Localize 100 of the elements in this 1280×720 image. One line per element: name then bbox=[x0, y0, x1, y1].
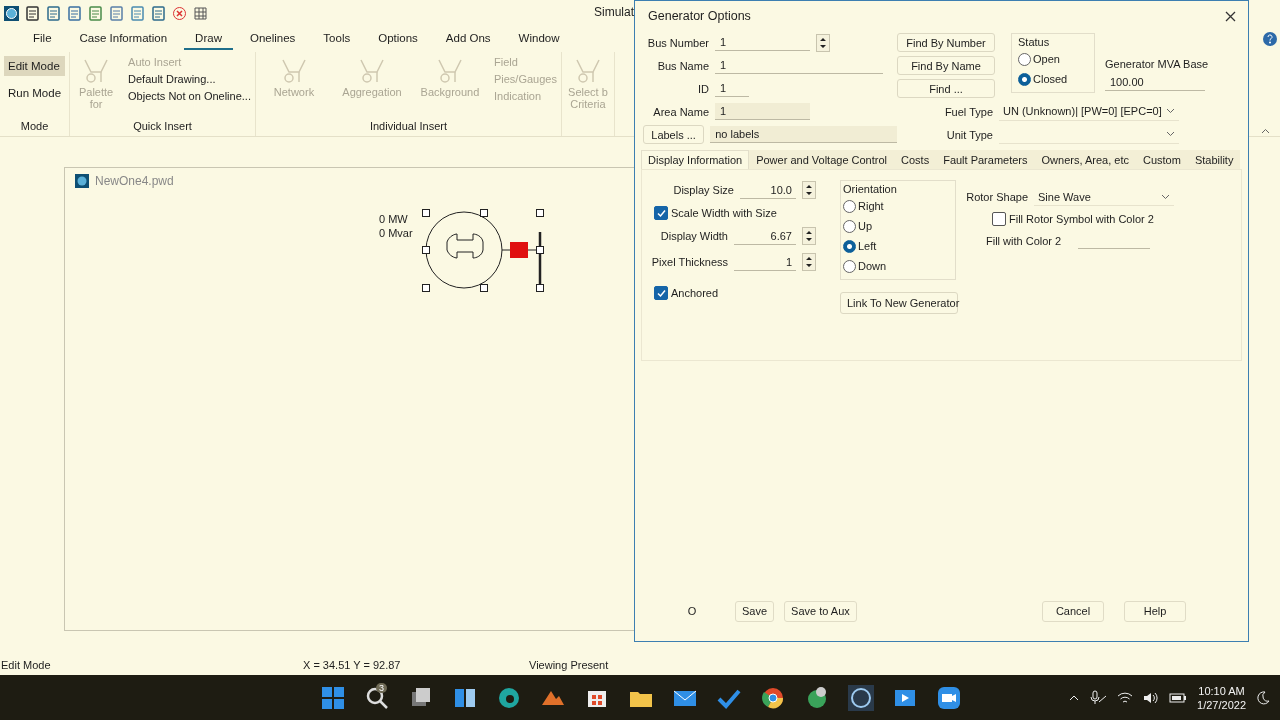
document-title: NewOne4.pwd bbox=[95, 174, 174, 188]
wifi-icon[interactable] bbox=[1117, 690, 1134, 705]
tab[interactable]: Display Information bbox=[641, 150, 750, 169]
check-icon bbox=[656, 288, 666, 298]
status-text: Viewing Present bbox=[528, 659, 610, 671]
radio-option[interactable]: Closed bbox=[1018, 70, 1088, 88]
moon-icon[interactable] bbox=[1256, 690, 1270, 705]
dialog-button[interactable]: Cancel bbox=[1042, 600, 1104, 622]
input-field[interactable]: 6.67 bbox=[734, 227, 796, 245]
ribbon-item[interactable]: Default Drawing... bbox=[128, 73, 251, 85]
field-label: Display Width bbox=[659, 230, 728, 242]
group-label: Mode bbox=[19, 120, 50, 134]
radio-option[interactable]: Left bbox=[843, 237, 949, 255]
chevron-down-icon bbox=[1166, 131, 1175, 137]
find-button[interactable]: Find ... bbox=[897, 79, 995, 98]
group-label: Individual Insert bbox=[368, 120, 448, 134]
field-label: Pixel Thickness bbox=[650, 256, 728, 268]
menu-tab[interactable]: Tools bbox=[312, 28, 362, 50]
spinner-arrows[interactable] bbox=[816, 33, 830, 52]
generator-drawing[interactable] bbox=[421, 208, 547, 292]
input-field[interactable]: 10.0 bbox=[740, 181, 796, 199]
tab[interactable]: Costs bbox=[894, 150, 937, 169]
radio-option[interactable]: Up bbox=[843, 217, 949, 235]
group-label: Quick Insert bbox=[132, 120, 193, 134]
input-field[interactable]: 1 bbox=[715, 57, 883, 74]
tab[interactable]: Custom bbox=[1135, 150, 1188, 169]
checkbox[interactable]: Scale Width with Size bbox=[648, 206, 818, 220]
window-title: Simulat bbox=[594, 5, 634, 19]
checkbox[interactable]: Fill Rotor Symbol with Color 2 bbox=[966, 212, 1206, 226]
group-title: Status bbox=[1018, 36, 1051, 48]
checkbox[interactable]: Anchored bbox=[648, 286, 818, 300]
collapse-icon[interactable] bbox=[1261, 128, 1270, 134]
menu-tab[interactable]: Onelines bbox=[238, 28, 307, 50]
labels-button[interactable]: Labels ... bbox=[643, 125, 705, 144]
document-icon bbox=[75, 174, 89, 188]
close-circle-icon[interactable] bbox=[172, 5, 187, 21]
toolbar-icon[interactable] bbox=[109, 5, 124, 21]
check-icon bbox=[656, 208, 666, 218]
toolbar-icon[interactable] bbox=[151, 5, 166, 21]
microphone-icon[interactable] bbox=[1089, 689, 1108, 706]
mode-button[interactable]: Edit Mode bbox=[4, 56, 66, 76]
field-label: Rotor Shape bbox=[966, 191, 1028, 203]
notification-badge: 3 bbox=[376, 683, 387, 693]
menu-tab[interactable]: Case Information bbox=[68, 28, 179, 50]
group-title: Orientation bbox=[843, 183, 898, 195]
app-logo-icon[interactable] bbox=[846, 682, 876, 713]
dialog-title: Generator Options bbox=[648, 9, 751, 23]
spinner-arrows[interactable] bbox=[802, 227, 816, 245]
field-label: Fill with Color 2 bbox=[986, 234, 1063, 247]
chevron-down-icon bbox=[1166, 108, 1175, 114]
menu-tab[interactable]: Add Ons bbox=[434, 28, 502, 50]
battery-icon[interactable] bbox=[1169, 691, 1188, 704]
input-field[interactable]: 1 bbox=[715, 80, 749, 97]
clock-time[interactable]: 10:10 AM bbox=[1198, 683, 1245, 698]
generator-label: 0 Mvar bbox=[379, 226, 413, 240]
tab[interactable]: Power and Voltage Control bbox=[749, 150, 895, 169]
toolbar-icon[interactable] bbox=[67, 5, 82, 21]
tab[interactable]: Fault Parameters bbox=[936, 150, 1035, 169]
help-icon[interactable] bbox=[1263, 32, 1277, 46]
mode-button[interactable]: Run Mode bbox=[4, 83, 66, 103]
menu-tab[interactable]: File bbox=[22, 28, 63, 50]
spinner-arrows[interactable] bbox=[802, 253, 816, 271]
field-label: Bus Name bbox=[656, 59, 709, 72]
dropdown[interactable]: Sine Wave bbox=[1034, 188, 1174, 206]
volume-icon[interactable] bbox=[1143, 690, 1160, 705]
grid-icon[interactable] bbox=[193, 5, 208, 21]
field-label: ID bbox=[697, 82, 709, 95]
toolbar-icon[interactable] bbox=[25, 5, 40, 21]
menu-tab[interactable]: Draw bbox=[184, 28, 233, 50]
find-button[interactable]: Find By Name bbox=[897, 56, 995, 75]
toolbar-icon[interactable] bbox=[88, 5, 103, 21]
dialog-button[interactable]: Help bbox=[1124, 600, 1186, 622]
tab[interactable]: Stability bbox=[1187, 150, 1241, 169]
generator-label: 0 MW bbox=[379, 212, 409, 226]
chevron-up-icon[interactable] bbox=[1069, 694, 1080, 701]
radio-option[interactable]: Down bbox=[843, 257, 949, 275]
field-label: Display Size bbox=[672, 184, 734, 196]
close-icon[interactable] bbox=[1225, 10, 1236, 22]
radio-option[interactable]: Open bbox=[1018, 50, 1088, 68]
clock-date[interactable]: 1/27/2022 bbox=[1197, 697, 1246, 712]
input-field[interactable]: 1 bbox=[734, 253, 796, 271]
find-button[interactable]: Find By Number bbox=[897, 33, 995, 52]
input-field[interactable]: 1 bbox=[715, 34, 810, 51]
app-logo-icon[interactable] bbox=[4, 5, 19, 21]
radio-option[interactable]: Right bbox=[843, 197, 949, 215]
link-button[interactable]: Link To New Generator bbox=[840, 292, 958, 314]
menu-tab[interactable]: Options bbox=[367, 28, 429, 50]
field-label: Bus Number bbox=[646, 36, 709, 49]
dialog-button[interactable]: Save bbox=[735, 600, 775, 622]
chevron-down-icon bbox=[1161, 193, 1170, 200]
tab[interactable]: Owners, Area, etc bbox=[1034, 150, 1136, 169]
dropdown[interactable]: UN (Unknown)| [PW=0] [EPC=0] bbox=[999, 102, 1179, 121]
menu-tab[interactable]: Window bbox=[507, 28, 571, 50]
toolbar-icon[interactable] bbox=[46, 5, 61, 21]
dialog-button[interactable]: Save to Aux bbox=[784, 600, 857, 622]
field-label: Generator MVA Base bbox=[1105, 58, 1210, 70]
ribbon-item[interactable]: Objects Not on Oneline... bbox=[128, 90, 251, 102]
spinner-arrows[interactable] bbox=[802, 181, 816, 199]
input-field[interactable]: 100.00 bbox=[1105, 74, 1205, 91]
field-label: Area Name bbox=[652, 105, 709, 118]
